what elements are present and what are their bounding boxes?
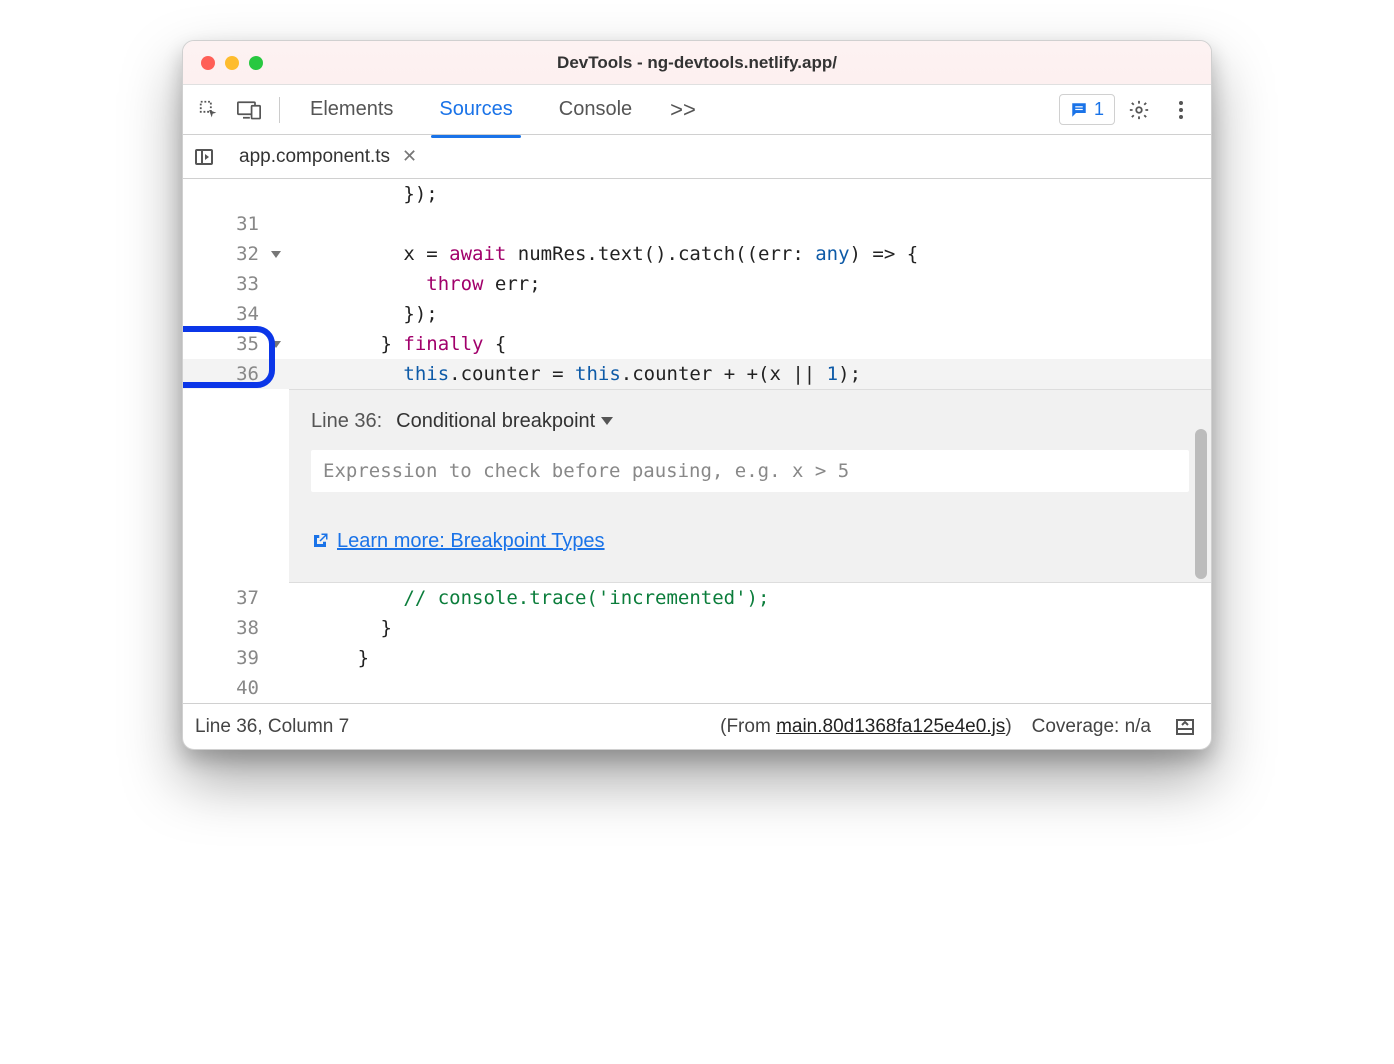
breakpoint-type-label: Conditional breakpoint <box>396 406 595 436</box>
breakpoint-learn-more-link[interactable]: Learn more: Breakpoint Types <box>311 526 605 556</box>
source-map-info: (From main.80d1368fa125e4e0.js) <box>720 716 1012 738</box>
code-text: }); <box>289 299 1211 329</box>
code-line[interactable]: 38 } <box>183 613 1211 643</box>
drawer-toggle-icon[interactable] <box>1171 713 1199 741</box>
source-map-link[interactable]: main.80d1368fa125e4e0.js <box>776 716 1005 737</box>
breakpoint-type-dropdown[interactable]: Conditional breakpoint <box>396 406 613 436</box>
code-editor[interactable]: });3132 x = await numRes.text().catch((e… <box>183 179 1211 703</box>
code-line[interactable]: 40 <box>183 673 1211 703</box>
code-text: this.counter = this.counter + +(x || 1); <box>289 359 1211 389</box>
issues-button[interactable]: 1 <box>1059 94 1115 125</box>
chat-icon <box>1070 101 1088 119</box>
breakpoint-header: Line 36: Conditional breakpoint <box>311 406 1189 436</box>
devtools-window: DevTools - ng-devtools.netlify.app/ Elem… <box>182 40 1212 750</box>
line-number[interactable]: 39 <box>183 643 289 673</box>
line-number[interactable]: 33 <box>183 269 289 299</box>
line-number[interactable]: 34 <box>183 299 289 329</box>
line-number[interactable]: 38 <box>183 613 289 643</box>
code-line[interactable]: 35 } finally { <box>183 329 1211 359</box>
coverage-info: Coverage: n/a <box>1032 716 1151 738</box>
code-line[interactable]: }); <box>183 179 1211 209</box>
line-number[interactable] <box>183 179 289 209</box>
tab-elements[interactable]: Elements <box>292 88 411 131</box>
more-tabs-button[interactable]: >> <box>660 97 706 123</box>
code-text <box>289 209 1211 239</box>
scrollbar-thumb[interactable] <box>1195 429 1207 579</box>
line-number[interactable]: 31 <box>183 209 289 239</box>
code-line[interactable]: 32 x = await numRes.text().catch((err: a… <box>183 239 1211 269</box>
code-line[interactable]: 37 // console.trace('incremented'); <box>183 583 1211 613</box>
breakpoint-line-label: Line 36: <box>311 406 382 436</box>
window-title: DevTools - ng-devtools.netlify.app/ <box>183 53 1211 73</box>
close-window-button[interactable] <box>201 56 215 70</box>
cursor-position: Line 36, Column 7 <box>195 716 349 738</box>
inspect-element-icon[interactable] <box>191 92 227 128</box>
line-number[interactable]: 35 <box>183 329 289 359</box>
issues-count: 1 <box>1094 99 1104 120</box>
maximize-window-button[interactable] <box>249 56 263 70</box>
toolbar-divider <box>279 97 280 123</box>
external-link-icon <box>311 532 329 550</box>
code-text: throw err; <box>289 269 1211 299</box>
line-number[interactable]: 37 <box>183 583 289 613</box>
code-line[interactable]: 36 this.counter = this.counter + +(x || … <box>183 359 1211 389</box>
breakpoint-condition-input[interactable] <box>311 450 1189 492</box>
close-tab-icon[interactable]: ✕ <box>402 146 417 167</box>
traffic-lights <box>183 56 263 70</box>
code-text: }); <box>289 179 1211 209</box>
code-text: } finally { <box>289 329 1211 359</box>
tab-sources[interactable]: Sources <box>421 88 530 131</box>
minimize-window-button[interactable] <box>225 56 239 70</box>
titlebar: DevTools - ng-devtools.netlify.app/ <box>183 41 1211 85</box>
line-number[interactable]: 36 <box>183 359 289 389</box>
code-line[interactable]: 31 <box>183 209 1211 239</box>
file-tabs-bar: app.component.ts ✕ <box>183 135 1211 179</box>
file-tab-name: app.component.ts <box>239 146 390 168</box>
code-text: // console.trace('incremented'); <box>289 583 1211 613</box>
breakpoint-learn-more-text: Learn more: Breakpoint Types <box>337 526 605 556</box>
caret-down-icon <box>601 417 613 425</box>
line-number[interactable]: 32 <box>183 239 289 269</box>
code-text <box>289 673 1211 703</box>
code-text: } <box>289 613 1211 643</box>
settings-icon[interactable] <box>1121 92 1157 128</box>
device-toolbar-icon[interactable] <box>231 92 267 128</box>
code-text: } <box>289 643 1211 673</box>
status-bar: Line 36, Column 7 (From main.80d1368fa12… <box>183 703 1211 749</box>
file-tab-app-component[interactable]: app.component.ts ✕ <box>229 138 427 176</box>
tab-console[interactable]: Console <box>541 88 650 131</box>
line-number[interactable]: 40 <box>183 673 289 703</box>
panel-tabs: Elements Sources Console >> <box>292 88 1055 131</box>
code-line[interactable]: 39 } <box>183 643 1211 673</box>
code-line[interactable]: 33 throw err; <box>183 269 1211 299</box>
toolbar-right: 1 <box>1059 92 1203 128</box>
code-line[interactable]: 34 }); <box>183 299 1211 329</box>
navigator-toggle-icon[interactable] <box>189 142 219 172</box>
code-text: x = await numRes.text().catch((err: any)… <box>289 239 1211 269</box>
more-menu-icon[interactable] <box>1163 92 1199 128</box>
breakpoint-dialog: Line 36: Conditional breakpoint Learn mo… <box>289 389 1211 583</box>
main-toolbar: Elements Sources Console >> 1 <box>183 85 1211 135</box>
